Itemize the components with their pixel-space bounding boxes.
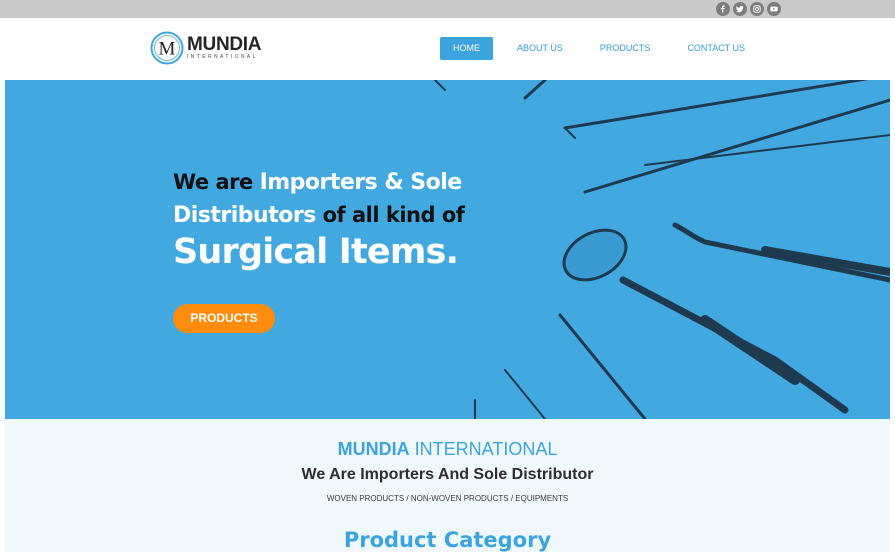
main-nav: HOME ABOUT US PRODUCTS CONTACT US — [440, 37, 758, 60]
hero-line-1: We are Importers & Sole — [173, 166, 464, 199]
hero-headline: We are Importers & Sole Distributors of … — [173, 166, 465, 272]
hero-line-1-dark: We are — [173, 170, 260, 194]
logo-text: MUNDIA INTERNATIONAL — [187, 34, 262, 61]
hero-line-2: Distributors of all kind of — [173, 199, 465, 232]
hero-line-2-dark: of all kind of — [315, 203, 465, 227]
twitter-icon[interactable] — [733, 2, 747, 16]
intro-section: MUNDIA INTERNATIONAL We Are Importers An… — [5, 419, 890, 552]
social-links — [716, 2, 781, 16]
intro-product-types: WOVEN PRODUCTS / NON-WOVEN PRODUCTS / EQ… — [326, 494, 569, 503]
hero-banner: We are Importers & Sole Distributors of … — [5, 80, 890, 419]
logo-mark-letter: M — [159, 39, 176, 60]
hero-line-1-highlight: Importers & Sole — [259, 170, 463, 195]
intro-title-rest: INTERNATIONAL — [409, 439, 558, 459]
logo[interactable]: M MUNDIA INTERNATIONAL — [150, 31, 262, 65]
intro-title: MUNDIA INTERNATIONAL — [5, 439, 890, 460]
product-category-heading: Product Category — [343, 528, 552, 552]
logo-mark-icon: M — [150, 31, 184, 65]
facebook-icon[interactable] — [716, 2, 730, 16]
nav-about-us[interactable]: ABOUT US — [504, 37, 576, 60]
logo-subtitle: INTERNATIONAL — [187, 54, 258, 60]
nav-contact-us[interactable]: CONTACT US — [674, 37, 758, 60]
instagram-icon[interactable] — [750, 2, 764, 16]
site-header: M MUNDIA INTERNATIONAL HOME ABOUT US PRO… — [0, 18, 895, 80]
nav-products[interactable]: PRODUCTS — [587, 37, 664, 60]
hero-products-button[interactable]: PRODUCTS — [173, 304, 275, 333]
nav-home[interactable]: HOME — [440, 37, 493, 60]
hero-line-2-highlight: Distributors — [173, 203, 316, 228]
logo-name: MUNDIA — [187, 34, 262, 55]
youtube-icon[interactable] — [767, 2, 781, 16]
top-bar — [0, 0, 895, 18]
intro-subtitle: We Are Importers And Sole Distributor — [301, 466, 594, 483]
hero-line-3: Surgical Items. — [173, 232, 459, 272]
intro-title-brand: MUNDIA — [337, 439, 410, 459]
